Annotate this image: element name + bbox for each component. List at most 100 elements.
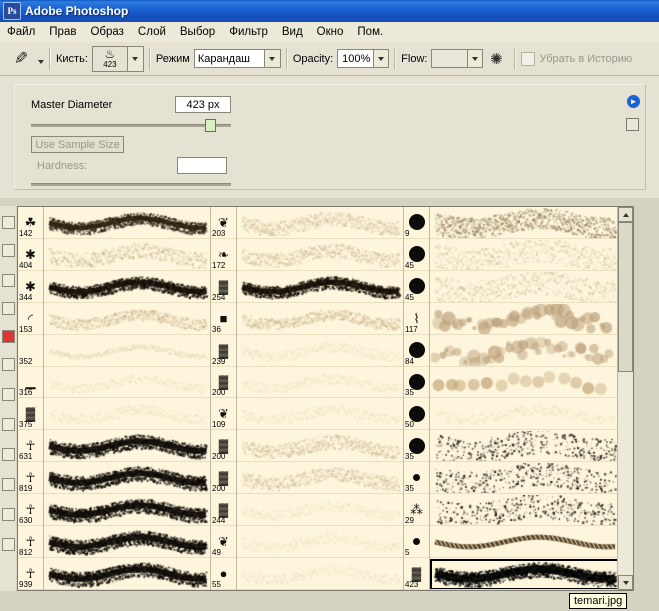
brush-cell[interactable]: 35 — [404, 462, 429, 494]
menu-item-layer[interactable]: Слой — [131, 24, 173, 40]
brush-cell[interactable] — [430, 303, 620, 335]
brush-stroke-cell[interactable] — [44, 304, 210, 335]
brush-cell[interactable] — [44, 207, 210, 239]
brush-tip-cell[interactable]: 45 — [404, 239, 429, 270]
brush-tip-cell[interactable]: ☥ 939 — [18, 558, 43, 589]
brush-cell[interactable] — [237, 367, 403, 399]
brush-cell[interactable]: ☥ 939 — [18, 558, 43, 590]
brush-tip-cell[interactable]: 35 — [404, 430, 429, 461]
brush-cell[interactable]: 9 — [404, 207, 429, 239]
brush-tip-cell[interactable]: ■ 36 — [211, 303, 236, 334]
brush-cell[interactable]: ▁ 316 — [18, 367, 43, 399]
brush-tip-cell[interactable]: 9 — [404, 207, 429, 238]
brush-cell[interactable]: ● 55 — [211, 558, 236, 590]
brush-tip-cell[interactable]: ❦ 203 — [211, 207, 236, 238]
brush-stroke-cell[interactable] — [430, 304, 620, 335]
brush-cell[interactable] — [430, 367, 620, 399]
brush-stroke-cell[interactable] — [237, 559, 403, 590]
brush-cell[interactable] — [44, 526, 210, 558]
brush-stroke-cell[interactable] — [237, 304, 403, 335]
mode-select[interactable]: Карандаш — [194, 49, 281, 68]
brush-stroke-cell[interactable] — [237, 272, 403, 303]
airbrush-icon[interactable]: ✺ — [483, 47, 509, 71]
master-diameter-slider-thumb[interactable] — [205, 119, 216, 132]
brush-cell[interactable] — [430, 398, 620, 430]
brush-stroke-cell[interactable] — [237, 368, 403, 399]
menu-item-help[interactable]: Пом. — [350, 24, 390, 40]
brush-cell[interactable] — [430, 494, 620, 526]
panel-resize-icon[interactable] — [626, 118, 639, 131]
strip-box-9[interactable] — [2, 448, 15, 461]
brush-cell[interactable]: ▓ 200 — [211, 367, 236, 399]
brush-cell[interactable] — [237, 430, 403, 462]
brush-tip-cell[interactable]: ▁ 316 — [18, 367, 43, 398]
brush-cell[interactable]: ☥ 812 — [18, 526, 43, 558]
brush-cell[interactable]: ❦ 109 — [211, 398, 236, 430]
brush-tip-cell[interactable]: 35 — [404, 367, 429, 398]
brush-cell[interactable] — [44, 271, 210, 303]
brush-tip-cell[interactable]: ▓ 200 — [211, 430, 236, 461]
brush-stroke-cell[interactable] — [44, 431, 210, 462]
use-sample-size-button[interactable]: Use Sample Size — [31, 136, 124, 153]
brush-cell[interactable] — [44, 335, 210, 367]
brush-cell[interactable]: 35 — [404, 430, 429, 462]
strip-box-8[interactable] — [2, 418, 15, 431]
brush-cell[interactable] — [44, 462, 210, 494]
brush-tip-cell[interactable]: ❦ 49 — [211, 526, 236, 557]
brush-tip-cell[interactable]: ❧ 172 — [211, 239, 236, 270]
brush-stroke-cell[interactable] — [237, 463, 403, 494]
brush-stroke-cell[interactable] — [430, 208, 620, 239]
menu-item-filter[interactable]: Фильтр — [222, 24, 275, 40]
brush-cell[interactable]: ☥ 819 — [18, 462, 43, 494]
brush-cell[interactable]: ■ 36 — [211, 303, 236, 335]
brush-preview[interactable]: ♨ 423 — [92, 46, 128, 72]
brush-tip-cell[interactable]: ✱ 344 — [18, 271, 43, 302]
brush-stroke-cell[interactable] — [430, 463, 620, 494]
brush-stroke-cell[interactable] — [430, 240, 620, 271]
brush-tip-cell[interactable]: ☥ 812 — [18, 526, 43, 557]
brush-cell[interactable] — [237, 303, 403, 335]
brush-stroke-cell[interactable] — [44, 272, 210, 303]
brush-cell[interactable] — [430, 271, 620, 303]
brush-cell[interactable]: ❦ 203 — [211, 207, 236, 239]
brush-tip-cell[interactable]: ❦ 109 — [211, 398, 236, 429]
brush-tip-cell[interactable]: ☘ 142 — [18, 207, 43, 238]
brush-cell[interactable] — [430, 335, 620, 367]
brush-cell[interactable] — [237, 239, 403, 271]
master-diameter-slider[interactable] — [31, 124, 231, 127]
brush-stroke-cell[interactable] — [44, 399, 210, 430]
brush-stroke-cell[interactable] — [430, 559, 620, 590]
brush-cell[interactable]: ▓ 375 — [18, 398, 43, 430]
scroll-up-arrow[interactable] — [618, 207, 633, 222]
strip-box-4[interactable] — [2, 302, 15, 315]
brush-cell[interactable]: 352 — [18, 335, 43, 367]
brush-cell[interactable]: ⁂ 29 — [404, 494, 429, 526]
brush-cell[interactable] — [237, 494, 403, 526]
brush-cell[interactable]: 5 — [404, 526, 429, 558]
erase-to-history-checkbox[interactable]: Убрать в Историю — [521, 52, 632, 66]
brush-cell[interactable] — [44, 558, 210, 590]
menu-item-edit[interactable]: Прав — [42, 24, 83, 40]
brush-tip-cell[interactable]: ▓ 375 — [18, 398, 43, 429]
strip-box-7[interactable] — [2, 388, 15, 401]
opacity-input[interactable]: 100% — [337, 49, 389, 68]
menu-item-window[interactable]: Окно — [310, 24, 351, 40]
brush-cell[interactable] — [44, 494, 210, 526]
brush-stroke-cell[interactable] — [430, 336, 620, 367]
brush-tip-cell[interactable]: ▓ 254 — [211, 271, 236, 302]
brush-stroke-cell[interactable] — [237, 208, 403, 239]
brush-cell[interactable]: ☥ 631 — [18, 430, 43, 462]
brush-tip-cell[interactable]: ✱ 404 — [18, 239, 43, 270]
brush-cell[interactable] — [430, 558, 620, 590]
brush-cell[interactable]: ☘ 142 — [18, 207, 43, 239]
brush-tip-cell[interactable]: ☥ 819 — [18, 462, 43, 493]
brush-cell[interactable] — [237, 207, 403, 239]
brush-preset-list[interactable]: ☘ 142 ✱ 404 ✱ 344 ◜ 153 352 ▁ 316 ▓ 375 ☥ 631 ☥ 819 ☥ 630 ☥… — [17, 206, 634, 591]
brush-stroke-cell[interactable] — [44, 240, 210, 271]
brush-cell[interactable]: ◜ 153 — [18, 303, 43, 335]
brush-cell[interactable] — [430, 462, 620, 494]
brush-tip-cell[interactable]: ▓ 239 — [211, 335, 236, 366]
brush-cell[interactable]: 50 — [404, 398, 429, 430]
opacity-chevron-down-icon[interactable] — [373, 50, 388, 67]
brush-tip-cell[interactable]: ▓ 200 — [211, 462, 236, 493]
